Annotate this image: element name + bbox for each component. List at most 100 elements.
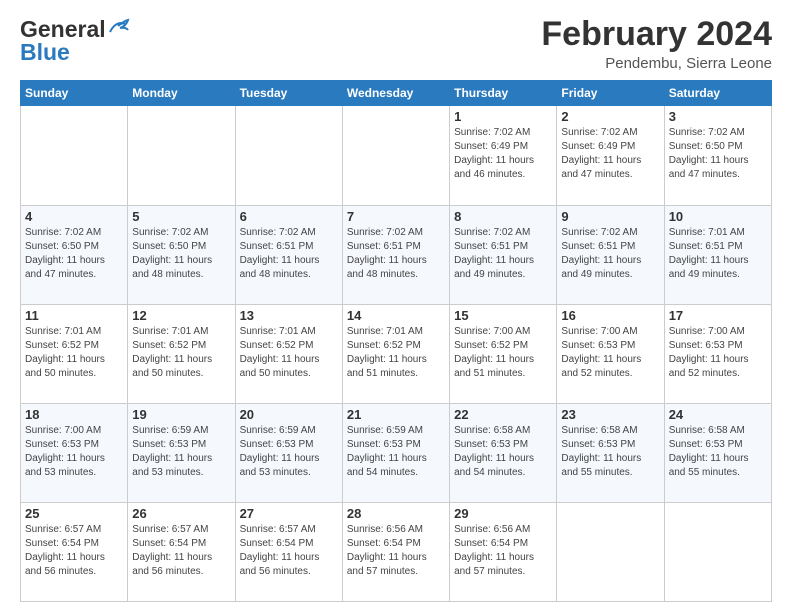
day-info: Sunrise: 6:58 AM Sunset: 6:53 PM Dayligh… xyxy=(561,424,659,480)
logo-bird-icon xyxy=(108,18,130,36)
calendar-cell xyxy=(664,502,771,601)
calendar-cell xyxy=(235,106,342,205)
day-number: 22 xyxy=(454,407,552,422)
calendar-week-row: 11 Sunrise: 7:01 AM Sunset: 6:52 PM Dayli… xyxy=(21,304,772,403)
day-info: Sunrise: 6:59 AM Sunset: 6:53 PM Dayligh… xyxy=(240,424,338,480)
calendar-cell: 24Sunrise: 6:58 AM Sunset: 6:53 PM Dayli… xyxy=(664,403,771,502)
day-number: 7 xyxy=(347,209,445,224)
calendar-cell: 13 Sunrise: 7:01 AM Sunset: 6:52 PM Dayli… xyxy=(235,304,342,403)
title-block: February 2024 Pendembu, Sierra Leone xyxy=(541,16,772,72)
calendar-cell: 3 Sunrise: 7:02 AM Sunset: 6:50 PM Daylig… xyxy=(664,106,771,205)
day-info: Sunrise: 7:02 AM Sunset: 6:51 PM Dayligh… xyxy=(347,226,445,282)
day-number: 12 xyxy=(132,308,230,323)
calendar-cell xyxy=(128,106,235,205)
day-number: 5 xyxy=(132,209,230,224)
day-number: 10 xyxy=(669,209,767,224)
calendar-cell: 28 Sunrise: 6:56 AM Sunset: 6:54 PM Dayli… xyxy=(342,502,449,601)
calendar-cell: 21Sunrise: 6:59 AM Sunset: 6:53 PM Dayli… xyxy=(342,403,449,502)
calendar-header-row: SundayMondayTuesdayWednesdayThursdayFrid… xyxy=(21,81,772,106)
day-number: 19 xyxy=(132,407,230,422)
calendar-week-row: 25 Sunrise: 6:57 AM Sunset: 6:54 PM Dayli… xyxy=(21,502,772,601)
calendar-cell: 29 Sunrise: 6:56 AM Sunset: 6:54 PM Dayli… xyxy=(450,502,557,601)
day-info: Sunrise: 7:02 AM Sunset: 6:50 PM Dayligh… xyxy=(25,226,123,282)
weekday-header-sunday: Sunday xyxy=(21,81,128,106)
calendar-cell: 5 Sunrise: 7:02 AM Sunset: 6:50 PM Daylig… xyxy=(128,205,235,304)
day-info: Sunrise: 7:01 AM Sunset: 6:52 PM Dayligh… xyxy=(347,325,445,381)
day-number: 11 xyxy=(25,308,123,323)
calendar-cell: 7 Sunrise: 7:02 AM Sunset: 6:51 PM Daylig… xyxy=(342,205,449,304)
calendar-cell: 25 Sunrise: 6:57 AM Sunset: 6:54 PM Dayli… xyxy=(21,502,128,601)
day-info: Sunrise: 7:00 AM Sunset: 6:53 PM Dayligh… xyxy=(669,325,767,381)
weekday-header-thursday: Thursday xyxy=(450,81,557,106)
day-number: 13 xyxy=(240,308,338,323)
calendar-cell: 2 Sunrise: 7:02 AM Sunset: 6:49 PM Daylig… xyxy=(557,106,664,205)
calendar-cell: 26 Sunrise: 6:57 AM Sunset: 6:54 PM Dayli… xyxy=(128,502,235,601)
day-info: Sunrise: 6:57 AM Sunset: 6:54 PM Dayligh… xyxy=(240,523,338,579)
day-info: Sunrise: 7:00 AM Sunset: 6:52 PM Dayligh… xyxy=(454,325,552,381)
page: General Blue February 2024 Pendembu, Sie… xyxy=(0,0,792,612)
day-info: Sunrise: 6:59 AM Sunset: 6:53 PM Dayligh… xyxy=(132,424,230,480)
day-number: 29 xyxy=(454,506,552,521)
calendar-cell xyxy=(557,502,664,601)
calendar-cell: 16 Sunrise: 7:00 AM Sunset: 6:53 PM Dayli… xyxy=(557,304,664,403)
calendar-cell: 15 Sunrise: 7:00 AM Sunset: 6:52 PM Dayli… xyxy=(450,304,557,403)
day-info: Sunrise: 7:02 AM Sunset: 6:51 PM Dayligh… xyxy=(454,226,552,282)
weekday-header-saturday: Saturday xyxy=(664,81,771,106)
day-number: 26 xyxy=(132,506,230,521)
calendar-cell: 23 Sunrise: 6:58 AM Sunset: 6:53 PM Dayli… xyxy=(557,403,664,502)
day-number: 28 xyxy=(347,506,445,521)
calendar-cell: 4 Sunrise: 7:02 AM Sunset: 6:50 PM Daylig… xyxy=(21,205,128,304)
calendar-cell: 9Sunrise: 7:02 AM Sunset: 6:51 PM Daylig… xyxy=(557,205,664,304)
day-number: 21 xyxy=(347,407,445,422)
day-info: Sunrise: 6:56 AM Sunset: 6:54 PM Dayligh… xyxy=(347,523,445,579)
day-info: Sunrise: 7:02 AM Sunset: 6:50 PM Dayligh… xyxy=(669,126,767,182)
day-info: Sunrise: 6:58 AM Sunset: 6:53 PM Dayligh… xyxy=(454,424,552,480)
day-number: 14 xyxy=(347,308,445,323)
calendar-cell: 20Sunrise: 6:59 AM Sunset: 6:53 PM Dayli… xyxy=(235,403,342,502)
day-number: 27 xyxy=(240,506,338,521)
calendar-cell: 27 Sunrise: 6:57 AM Sunset: 6:54 PM Dayli… xyxy=(235,502,342,601)
logo: General Blue xyxy=(20,16,130,66)
day-info: Sunrise: 7:01 AM Sunset: 6:52 PM Dayligh… xyxy=(25,325,123,381)
header: General Blue February 2024 Pendembu, Sie… xyxy=(20,16,772,72)
location: Pendembu, Sierra Leone xyxy=(541,55,772,72)
day-info: Sunrise: 6:57 AM Sunset: 6:54 PM Dayligh… xyxy=(25,523,123,579)
day-number: 2 xyxy=(561,109,659,124)
calendar-cell: 22 Sunrise: 6:58 AM Sunset: 6:53 PM Dayli… xyxy=(450,403,557,502)
day-number: 3 xyxy=(669,109,767,124)
calendar-table: SundayMondayTuesdayWednesdayThursdayFrid… xyxy=(20,80,772,602)
day-info: Sunrise: 7:01 AM Sunset: 6:52 PM Dayligh… xyxy=(240,325,338,381)
calendar-week-row: 1 Sunrise: 7:02 AM Sunset: 6:49 PM Daylig… xyxy=(21,106,772,205)
calendar-cell: 6Sunrise: 7:02 AM Sunset: 6:51 PM Daylig… xyxy=(235,205,342,304)
day-info: Sunrise: 7:02 AM Sunset: 6:51 PM Dayligh… xyxy=(561,226,659,282)
calendar-cell: 19 Sunrise: 6:59 AM Sunset: 6:53 PM Dayli… xyxy=(128,403,235,502)
day-number: 23 xyxy=(561,407,659,422)
day-info: Sunrise: 6:58 AM Sunset: 6:53 PM Dayligh… xyxy=(669,424,767,480)
day-info: Sunrise: 7:00 AM Sunset: 6:53 PM Dayligh… xyxy=(25,424,123,480)
day-info: Sunrise: 7:02 AM Sunset: 6:49 PM Dayligh… xyxy=(561,126,659,182)
day-number: 8 xyxy=(454,209,552,224)
calendar-cell: 8 Sunrise: 7:02 AM Sunset: 6:51 PM Daylig… xyxy=(450,205,557,304)
day-info: Sunrise: 7:02 AM Sunset: 6:50 PM Dayligh… xyxy=(132,226,230,282)
day-info: Sunrise: 7:00 AM Sunset: 6:53 PM Dayligh… xyxy=(561,325,659,381)
day-number: 17 xyxy=(669,308,767,323)
calendar-cell: 10 Sunrise: 7:01 AM Sunset: 6:51 PM Dayli… xyxy=(664,205,771,304)
day-number: 1 xyxy=(454,109,552,124)
calendar-cell xyxy=(21,106,128,205)
day-number: 4 xyxy=(25,209,123,224)
day-info: Sunrise: 7:02 AM Sunset: 6:49 PM Dayligh… xyxy=(454,126,552,182)
day-info: Sunrise: 6:57 AM Sunset: 6:54 PM Dayligh… xyxy=(132,523,230,579)
month-title: February 2024 xyxy=(541,16,772,53)
day-number: 18 xyxy=(25,407,123,422)
day-info: Sunrise: 7:01 AM Sunset: 6:51 PM Dayligh… xyxy=(669,226,767,282)
day-number: 25 xyxy=(25,506,123,521)
calendar-cell: 11 Sunrise: 7:01 AM Sunset: 6:52 PM Dayli… xyxy=(21,304,128,403)
calendar-week-row: 18 Sunrise: 7:00 AM Sunset: 6:53 PM Dayli… xyxy=(21,403,772,502)
weekday-header-wednesday: Wednesday xyxy=(342,81,449,106)
day-info: Sunrise: 6:56 AM Sunset: 6:54 PM Dayligh… xyxy=(454,523,552,579)
weekday-header-tuesday: Tuesday xyxy=(235,81,342,106)
calendar-week-row: 4 Sunrise: 7:02 AM Sunset: 6:50 PM Daylig… xyxy=(21,205,772,304)
day-number: 16 xyxy=(561,308,659,323)
calendar-cell: 17 Sunrise: 7:00 AM Sunset: 6:53 PM Dayli… xyxy=(664,304,771,403)
day-number: 15 xyxy=(454,308,552,323)
